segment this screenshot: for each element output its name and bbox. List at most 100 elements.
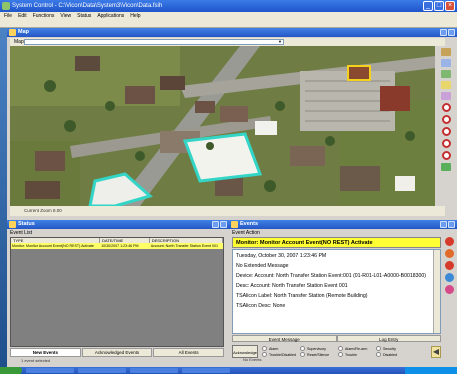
menu-file[interactable]: File	[4, 12, 12, 20]
menu-functions[interactable]: Functions	[33, 12, 55, 20]
map-panel-close-button[interactable]	[448, 29, 455, 36]
window-title: System Control - C:\Vicon\Data\System3\V…	[12, 3, 163, 9]
info-icon[interactable]	[444, 273, 454, 282]
event-description-cell: Account: North Transfer Station Event 00…	[150, 244, 219, 248]
event-body-line: No Extended Message	[236, 263, 289, 269]
radio-trouble-disabled[interactable]: Trouble/Disabled	[262, 352, 296, 357]
event-list-tabs: New Events Acknowledged Events All Event…	[10, 348, 225, 357]
tab-log-entry[interactable]: Log Entry	[336, 335, 441, 342]
radio-label: Supervisory	[307, 346, 326, 351]
event-body-line: Device: Account: North Transfer Station …	[236, 273, 427, 279]
windows-taskbar	[0, 367, 457, 374]
radio-label: Reset/Silence	[307, 352, 330, 357]
system-tray	[405, 367, 457, 374]
event-type-cell: Monitor: Monitor Account Event(NO REST) …	[12, 244, 94, 248]
events-footer: No Events	[243, 357, 262, 362]
event-body-scrollbar[interactable]	[433, 250, 440, 333]
event-message-body[interactable]: Tuesday, October 30, 2007 1:23:46 PM No …	[232, 249, 441, 334]
map-panel-title: Map	[18, 29, 29, 35]
radio-label: Trouble	[345, 352, 358, 357]
events-panel-minimize-button[interactable]	[440, 221, 447, 228]
zoom-area-icon[interactable]	[441, 127, 451, 136]
taskbar-item[interactable]	[182, 368, 230, 373]
system-control-window: System Control - C:\Vicon\Data\System3\V…	[0, 0, 457, 374]
aerial-map-view[interactable]	[10, 46, 435, 206]
menu-status[interactable]: Status	[77, 12, 91, 20]
radio-icon	[338, 352, 343, 357]
map-panel: Map Map ▼ Current Zoom 8.00	[7, 28, 457, 218]
zoom-previous-icon[interactable]	[441, 151, 451, 160]
silence-icon[interactable]	[444, 261, 454, 270]
tab-all-events[interactable]: All Events	[153, 348, 225, 357]
zoom-fit-icon[interactable]	[441, 139, 451, 148]
tab-acknowledged-events[interactable]: Acknowledged Events	[81, 348, 153, 357]
pan-icon[interactable]	[441, 163, 451, 171]
map-tree-icon[interactable]	[441, 70, 451, 78]
aerial-photo	[10, 46, 435, 206]
radio-security[interactable]: Security	[376, 346, 410, 351]
menu-view[interactable]: View	[60, 12, 71, 20]
tab-new-events[interactable]: New Events	[10, 348, 81, 357]
event-datetime-cell: 10/30/2007 1:23:46 PM	[101, 244, 139, 248]
events-panel: Events Event Action Monitor: Monitor Acc…	[229, 220, 457, 364]
record-icon[interactable]	[444, 285, 454, 294]
event-body-line: Tuesday, October 30, 2007 1:23:46 PM	[236, 253, 327, 259]
close-button[interactable]: ×	[445, 1, 455, 11]
radio-supervisory[interactable]: Supervisory	[300, 346, 334, 351]
radio-alarm-rearm[interactable]: Alarm/Re-arm	[338, 346, 372, 351]
tab-event-message[interactable]: Event Message	[232, 335, 337, 342]
minimize-button[interactable]: _	[423, 1, 433, 11]
radio-icon	[338, 346, 343, 351]
speaker-icon[interactable]: ◀	[431, 345, 441, 358]
menu-applications[interactable]: Applications	[97, 12, 124, 20]
radio-alarm[interactable]: Alarm	[262, 346, 296, 351]
map-list-icon[interactable]	[441, 59, 451, 67]
layers-icon[interactable]	[441, 48, 451, 56]
event-body-line: Desc: Account: North Transfer Station Ev…	[236, 283, 348, 289]
map-select-dropdown[interactable]: ▼	[24, 39, 284, 45]
window-titlebar: System Control - C:\Vicon\Data\System3\V…	[0, 0, 457, 12]
event-action-tabs: Event Message Log Entry	[232, 335, 441, 342]
map-folder-icon[interactable]	[441, 81, 451, 89]
map-panel-minimize-button[interactable]	[440, 29, 447, 36]
taskbar-item[interactable]	[130, 368, 178, 373]
stop-icon[interactable]	[444, 237, 454, 246]
map-view-icon[interactable]	[441, 92, 451, 100]
map-zoom-status: Current Zoom 8.00	[24, 208, 62, 213]
menu-help[interactable]: Help	[130, 12, 140, 20]
status-panel-close-button[interactable]	[220, 221, 227, 228]
taskbar-item[interactable]	[26, 368, 74, 373]
event-action-label: Event Action	[232, 230, 260, 236]
event-list[interactable]: TYPE DATE/TIME DESCRIPTION Monitor: Moni…	[10, 237, 224, 347]
status-panel-minimize-button[interactable]	[212, 221, 219, 228]
maximize-button[interactable]: □	[434, 1, 444, 11]
status-panel-titlebar: Status	[7, 220, 229, 229]
events-side-toolbar	[443, 237, 455, 294]
radio-icon	[300, 346, 305, 351]
event-filter-radios: Alarm Supervisory Alarm/Re-arm Security …	[262, 346, 410, 357]
table-row[interactable]: Monitor: Monitor Account Event(NO REST) …	[11, 243, 223, 249]
toolbar	[0, 20, 457, 28]
radio-trouble[interactable]: Trouble	[338, 352, 372, 357]
alert-icon[interactable]	[444, 249, 454, 258]
menu-edit[interactable]: Edit	[18, 12, 27, 20]
app-icon	[2, 2, 10, 10]
zoom-in-icon[interactable]	[441, 103, 451, 112]
event-body-line: TSAlicon Desc: None	[236, 303, 286, 309]
map-toolbar	[439, 46, 453, 196]
map-selector-bar: Map ▼	[10, 38, 445, 46]
events-panel-title: Events	[240, 221, 259, 227]
event-body-line: TSAlicon Label: North Transfer Station (…	[236, 293, 368, 299]
events-panel-titlebar: Events	[229, 220, 457, 229]
menubar: File Edit Functions View Status Applicat…	[0, 12, 457, 20]
events-panel-close-button[interactable]	[448, 221, 455, 228]
events-icon	[231, 221, 238, 228]
radio-disabled[interactable]: Disabled	[376, 352, 410, 357]
radio-label: Alarm	[269, 346, 279, 351]
taskbar-item[interactable]	[78, 368, 126, 373]
start-button[interactable]	[0, 367, 22, 374]
radio-reset-silence[interactable]: Reset/Silence	[300, 352, 334, 357]
radio-icon	[262, 352, 267, 357]
radio-icon	[376, 346, 381, 351]
zoom-out-icon[interactable]	[441, 115, 451, 124]
